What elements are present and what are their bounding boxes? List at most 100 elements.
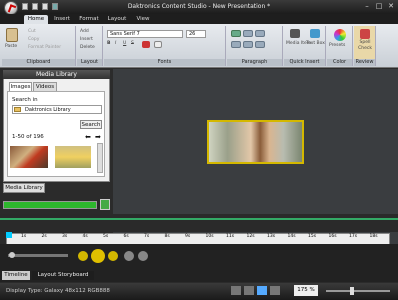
timeline-tick: 12s bbox=[246, 234, 255, 239]
cut-button[interactable]: Cut bbox=[28, 29, 36, 34]
delete-button[interactable]: Delete bbox=[80, 45, 95, 50]
timeline-tick: 17s bbox=[349, 234, 358, 239]
search-button[interactable]: Search bbox=[80, 120, 102, 129]
font-family-select[interactable]: Sans Serif 7 bbox=[107, 30, 183, 38]
font-size-select[interactable]: 26 bbox=[186, 30, 206, 38]
folder-icon bbox=[14, 107, 21, 112]
timeline-tick: 9s bbox=[185, 234, 191, 239]
timeline-tick: 14s bbox=[287, 234, 296, 239]
paragraph-group: Paragraph bbox=[227, 26, 283, 66]
timeline-track bbox=[0, 218, 398, 220]
align-right-icon[interactable] bbox=[255, 30, 265, 37]
play-button[interactable] bbox=[91, 249, 105, 263]
stop-button[interactable] bbox=[124, 251, 134, 261]
clipboard-group-label: Clipboard bbox=[2, 59, 75, 66]
media-library-button[interactable]: Media Library bbox=[3, 183, 45, 193]
timeline-tick: 11s bbox=[226, 234, 235, 239]
lock-icon[interactable] bbox=[270, 286, 280, 295]
timeline-tick: 8s bbox=[164, 234, 170, 239]
media-item-icon bbox=[290, 29, 300, 38]
spell-check-button[interactable]: Spell Check bbox=[355, 40, 375, 52]
search-in-label: Search in bbox=[12, 97, 38, 103]
spell-check-icon bbox=[360, 29, 370, 39]
timeline-tick: 6s bbox=[123, 234, 129, 239]
fit-icon[interactable] bbox=[231, 286, 241, 295]
insert-button[interactable]: Insert bbox=[80, 37, 93, 42]
highlight-icon[interactable] bbox=[154, 41, 162, 48]
font-color-icon[interactable] bbox=[142, 41, 150, 48]
clipboard-group: Paste Cut Copy Format Painter Clipboard bbox=[2, 26, 76, 66]
rewind-button[interactable] bbox=[78, 251, 88, 261]
zoom-slider[interactable] bbox=[326, 290, 390, 292]
media-library-title: Media Library bbox=[3, 70, 110, 79]
result-count: 1-50 of 196 bbox=[12, 134, 44, 140]
tab-view[interactable]: View bbox=[134, 15, 152, 24]
monitor-icon[interactable] bbox=[257, 286, 267, 295]
timeline-tick: 2s bbox=[41, 234, 47, 239]
timeline-tick: 10s bbox=[205, 234, 214, 239]
timeline-zoom-slider[interactable] bbox=[8, 254, 68, 257]
tab-videos[interactable]: Videos bbox=[33, 82, 57, 91]
prev-page-icon[interactable]: ⬅ bbox=[85, 133, 91, 141]
align-center-icon[interactable] bbox=[243, 30, 253, 37]
loop-button[interactable] bbox=[138, 251, 148, 261]
minimize-button[interactable]: – bbox=[362, 2, 372, 11]
tab-format[interactable]: Format bbox=[78, 15, 100, 24]
italic-button[interactable]: I bbox=[115, 41, 116, 46]
media-thumbnail[interactable] bbox=[10, 146, 48, 168]
timeline-tick: 4s bbox=[82, 234, 88, 239]
zoom-level[interactable]: 175 % bbox=[294, 285, 318, 296]
align-bottom-icon[interactable] bbox=[255, 41, 265, 48]
layout-group: Add Insert Delete Layout bbox=[77, 26, 103, 66]
timeline-tick: 3s bbox=[62, 234, 68, 239]
text-box-icon bbox=[310, 29, 320, 38]
quick-insert-group: Media Item Text Box Quick Insert bbox=[284, 26, 326, 66]
library-select[interactable]: Daktronics Library bbox=[12, 105, 102, 114]
grid-icon[interactable] bbox=[244, 286, 254, 295]
tab-layout-storyboard[interactable]: Layout Storyboard bbox=[32, 271, 94, 280]
strikethrough-button[interactable]: S bbox=[131, 41, 134, 46]
timeline-tick: 16s bbox=[328, 234, 337, 239]
next-page-icon[interactable]: ➡ bbox=[95, 133, 101, 141]
copy-button[interactable]: Copy bbox=[28, 37, 39, 42]
tab-layout[interactable]: Layout bbox=[106, 15, 128, 24]
timeline-tick: 18s bbox=[369, 234, 378, 239]
panel-scrollbar[interactable] bbox=[97, 143, 103, 173]
slide-preview[interactable] bbox=[207, 120, 304, 164]
paste-icon bbox=[6, 28, 18, 42]
zoom-slider-thumb[interactable] bbox=[9, 252, 15, 258]
close-button[interactable]: ✕ bbox=[386, 2, 396, 11]
tab-home[interactable]: Home bbox=[24, 15, 48, 24]
media-item-button[interactable]: Media Item bbox=[286, 41, 311, 46]
align-middle-icon[interactable] bbox=[243, 41, 253, 48]
timeline-tick: 15s bbox=[308, 234, 317, 239]
presets-button[interactable]: Presets bbox=[329, 43, 345, 48]
refresh-icon[interactable] bbox=[100, 199, 110, 210]
timeline-tick: 13s bbox=[267, 234, 276, 239]
tab-timeline[interactable]: Timeline bbox=[2, 271, 30, 280]
tab-images[interactable]: Images bbox=[9, 82, 32, 91]
color-group-label: Color bbox=[327, 59, 352, 66]
align-left-icon[interactable] bbox=[231, 30, 241, 37]
underline-button[interactable]: U bbox=[123, 41, 126, 46]
paste-button[interactable]: Paste bbox=[5, 44, 17, 49]
bold-button[interactable]: B bbox=[107, 41, 110, 46]
quick-insert-group-label: Quick Insert bbox=[284, 59, 325, 66]
window-title: Daktronics Content Studio - New Presenta… bbox=[127, 3, 271, 10]
maximize-button[interactable]: □ bbox=[374, 2, 384, 11]
layout-group-label: Layout bbox=[77, 59, 102, 66]
align-top-icon[interactable] bbox=[231, 41, 241, 48]
format-painter-button[interactable]: Format Painter bbox=[28, 45, 61, 50]
text-box-button[interactable]: Text Box bbox=[306, 41, 325, 46]
tab-insert[interactable]: Insert bbox=[52, 15, 72, 24]
fonts-group: Sans Serif 7 26 B I U S Fonts bbox=[104, 26, 226, 66]
display-type: Display Type: Galaxy 48x112 RGB888 bbox=[6, 288, 110, 294]
timeline-header bbox=[0, 214, 398, 232]
timeline-tick: 1s bbox=[21, 234, 27, 239]
zoom-slider-thumb[interactable] bbox=[350, 287, 354, 295]
playhead-marker[interactable] bbox=[6, 232, 12, 238]
add-button[interactable]: Add bbox=[80, 29, 89, 34]
media-thumbnail[interactable] bbox=[55, 146, 91, 168]
fonts-group-label: Fonts bbox=[104, 59, 225, 66]
forward-button[interactable] bbox=[108, 251, 118, 261]
